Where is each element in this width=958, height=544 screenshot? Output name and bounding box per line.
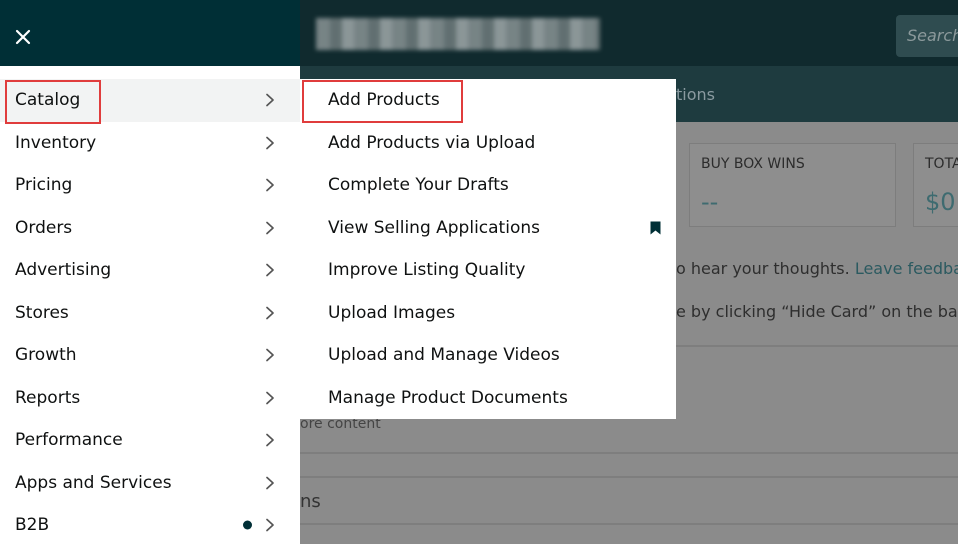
- submenu-item-label: Upload Images: [328, 302, 456, 323]
- total-card: TOTA $0.: [913, 143, 958, 227]
- menu-item-advertising[interactable]: Advertising: [0, 249, 300, 292]
- submenu-item-label: Complete Your Drafts: [328, 175, 509, 196]
- menu-item-label: Catalog: [15, 90, 81, 111]
- menu-item-label: Reports: [15, 387, 81, 408]
- menu-item-label: Apps and Services: [15, 472, 172, 493]
- chevron-right-icon: [266, 348, 274, 362]
- submenu-item-complete-your-drafts[interactable]: Complete Your Drafts: [300, 164, 676, 207]
- menu-item-inventory[interactable]: Inventory: [0, 122, 300, 165]
- menu-item-apps-and-services[interactable]: Apps and Services: [0, 462, 300, 505]
- chevron-right-icon: [266, 178, 274, 192]
- divider: [300, 523, 958, 525]
- submenu-item-upload-and-manage-videos[interactable]: Upload and Manage Videos: [300, 334, 676, 377]
- divider: [300, 452, 958, 454]
- submenu-item-add-products-via-upload[interactable]: Add Products via Upload: [300, 122, 676, 165]
- close-button[interactable]: [8, 22, 38, 52]
- chevron-right-icon: [266, 136, 274, 150]
- blurred-store-name: [316, 18, 600, 50]
- card-value: $0.: [925, 188, 958, 216]
- chevron-right-icon: [266, 476, 274, 490]
- menu-item-label: Performance: [15, 430, 123, 451]
- menu-item-label: Pricing: [15, 175, 73, 196]
- submenu-item-manage-product-documents[interactable]: Manage Product Documents: [300, 377, 676, 420]
- menu-item-label: Growth: [15, 345, 77, 366]
- nav-text: tions: [676, 85, 715, 104]
- card-label: TOTA: [925, 156, 958, 172]
- chevron-right-icon: [266, 391, 274, 405]
- feedback-line: o hear your thoughts. Leave feedbac: [676, 259, 958, 278]
- hide-card-line: e by clicking “Hide Card” on the back: [676, 302, 958, 321]
- buy-box-card: BUY BOX WINS --: [689, 143, 896, 227]
- catalog-submenu: Add Products Add Products via Upload Compl…: [300, 79, 676, 419]
- notification-dot-icon: [243, 520, 252, 530]
- menu-item-performance[interactable]: Performance: [0, 419, 300, 462]
- card-label: BUY BOX WINS: [701, 156, 805, 172]
- menu-item-label: Stores: [15, 302, 69, 323]
- submenu-item-improve-listing-quality[interactable]: Improve Listing Quality: [300, 249, 676, 292]
- menu-item-reports[interactable]: Reports: [0, 377, 300, 420]
- menu-item-stores[interactable]: Stores: [0, 292, 300, 335]
- chevron-right-icon: [266, 306, 274, 320]
- chevron-right-icon: [266, 433, 274, 447]
- submenu-item-label: Manage Product Documents: [328, 387, 568, 408]
- close-icon: [15, 29, 31, 45]
- section-title-text: ns: [300, 491, 321, 512]
- chevron-right-icon: [266, 93, 274, 107]
- menu-item-label: Orders: [15, 217, 73, 238]
- submenu-item-label: Improve Listing Quality: [328, 260, 526, 281]
- submenu-item-view-selling-applications[interactable]: View Selling Applications: [300, 207, 676, 250]
- bookmark-icon[interactable]: [650, 221, 661, 235]
- submenu-item-upload-images[interactable]: Upload Images: [300, 292, 676, 335]
- nav-drawer: Catalog Inventory Pricing Orders Advertising…: [0, 0, 300, 544]
- menu-item-catalog[interactable]: Catalog: [0, 79, 300, 122]
- page-header: [300, 0, 958, 66]
- submenu-item-label: Upload and Manage Videos: [328, 345, 560, 366]
- menu-item-label: Inventory: [15, 132, 97, 153]
- menu-item-label: Advertising: [15, 260, 112, 281]
- leave-feedback-link[interactable]: Leave feedbac: [855, 259, 958, 278]
- drawer-header: [0, 0, 300, 66]
- submenu-item-label: View Selling Applications: [328, 217, 540, 238]
- menu-item-label: B2B: [15, 515, 50, 536]
- submenu-item-label: Add Products: [328, 90, 440, 111]
- chevron-right-icon: [266, 518, 274, 532]
- feedback-text: o hear your thoughts.: [676, 259, 855, 278]
- menu-item-pricing[interactable]: Pricing: [0, 164, 300, 207]
- menu-item-growth[interactable]: Growth: [0, 334, 300, 377]
- card-value: --: [701, 188, 719, 216]
- chevron-right-icon: [266, 263, 274, 277]
- search-input[interactable]: Search: [896, 15, 958, 57]
- chevron-right-icon: [266, 221, 274, 235]
- submenu-list: Add Products Add Products via Upload Compl…: [300, 79, 676, 419]
- submenu-item-label: Add Products via Upload: [328, 132, 536, 153]
- submenu-item-add-products[interactable]: Add Products: [300, 79, 676, 122]
- menu-list: Catalog Inventory Pricing Orders Advertising…: [0, 79, 300, 544]
- menu-item-orders[interactable]: Orders: [0, 207, 300, 250]
- menu-item-b2b[interactable]: B2B: [0, 504, 300, 544]
- divider: [300, 476, 958, 478]
